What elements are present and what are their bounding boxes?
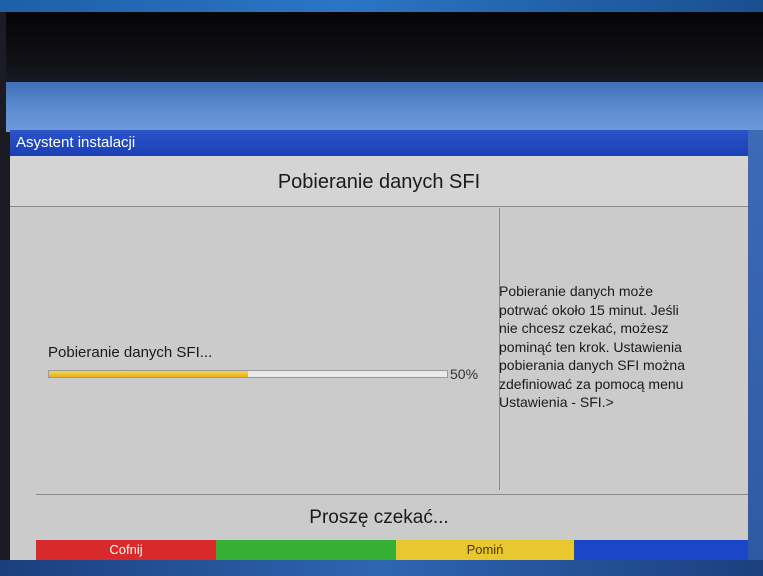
skip-button[interactable]: Pomiń bbox=[396, 540, 574, 560]
footer-divider bbox=[36, 494, 748, 495]
progress-bar bbox=[48, 370, 448, 378]
progress-bar-fill bbox=[49, 371, 248, 377]
info-text: Pobieranie danych może potrwać około 15 … bbox=[499, 283, 685, 410]
tv-frame-top bbox=[0, 0, 763, 12]
progress-percent: 50% bbox=[450, 366, 479, 382]
blue-button[interactable] bbox=[574, 540, 748, 560]
title-divider bbox=[10, 206, 748, 207]
window-title: Asystent instalacji bbox=[10, 130, 748, 156]
tv-frame-bottom bbox=[0, 560, 763, 576]
status-wait-text: Proszę czekać... bbox=[309, 507, 449, 528]
green-button[interactable] bbox=[216, 540, 396, 560]
tv-background-dark bbox=[6, 12, 763, 90]
tv-background-blue bbox=[6, 82, 763, 132]
progress-label: Pobieranie danych SFI... bbox=[48, 344, 213, 361]
back-button[interactable]: Cofnij bbox=[36, 540, 216, 560]
tv-frame-right bbox=[748, 130, 763, 560]
installation-wizard-panel: Asystent instalacji Pobieranie danych SF… bbox=[10, 130, 748, 560]
page-title: Pobieranie danych SFI bbox=[10, 156, 748, 206]
